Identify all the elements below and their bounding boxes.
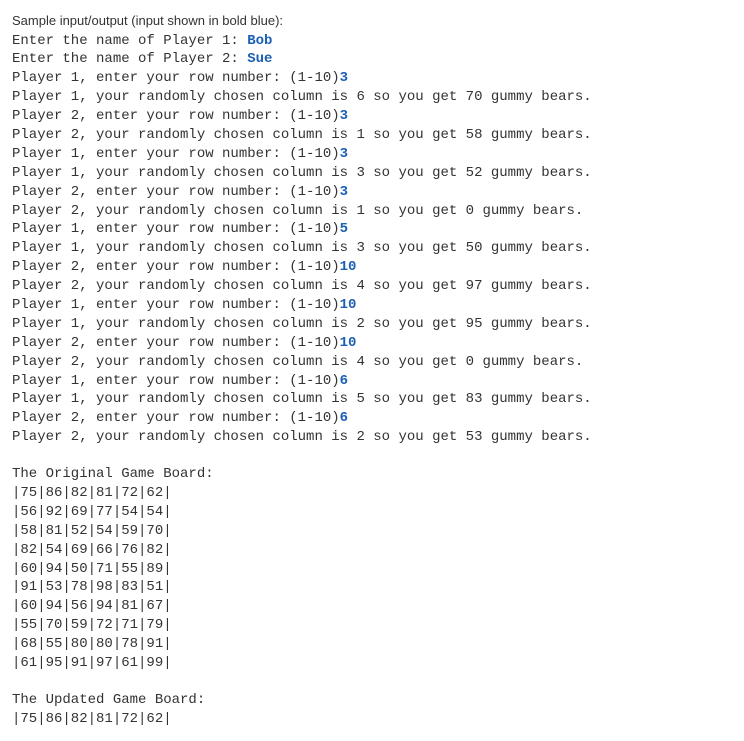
round-result: Player 2, your randomly chosen column is… [12,202,732,221]
board-row: |60|94|56|94|81|67| [12,597,732,616]
sample-io-header: Sample input/output (input shown in bold… [12,12,732,30]
board2-title: The Updated Game Board: [12,691,732,710]
prompt-label: Enter the name of Player 2: [12,51,247,67]
round-prompt: Player 1, enter your row number: (1-10)3 [12,69,732,88]
board-row: |82|54|69|66|76|82| [12,541,732,560]
round-prompt: Player 1, enter your row number: (1-10)1… [12,296,732,315]
prompt-label: Player 1, enter your row number: (1-10) [12,146,340,162]
board1-title: The Original Game Board: [12,465,732,484]
round-prompt: Player 1, enter your row number: (1-10)3 [12,145,732,164]
prompt-player2-name: Enter the name of Player 2: Sue [12,50,732,69]
board-row: |56|92|69|77|54|54| [12,503,732,522]
round-result: Player 2, your randomly chosen column is… [12,353,732,372]
prompt-label: Player 2, enter your row number: (1-10) [12,108,340,124]
user-input: 10 [340,297,357,313]
board2-container: |75|86|82|81|72|62| [12,710,732,729]
round-result: Player 1, your randomly chosen column is… [12,315,732,334]
round-result: Player 2, your randomly chosen column is… [12,428,732,447]
user-input: 10 [340,259,357,275]
board-row: |61|95|91|97|61|99| [12,654,732,673]
board-row: |60|94|50|71|55|89| [12,560,732,579]
round-result: Player 1, your randomly chosen column is… [12,390,732,409]
round-prompt: Player 1, enter your row number: (1-10)5 [12,220,732,239]
prompt-label: Player 1, enter your row number: (1-10) [12,297,340,313]
board-row: |75|86|82|81|72|62| [12,484,732,503]
user-input: 5 [340,221,348,237]
prompt-label: Player 2, enter your row number: (1-10) [12,259,340,275]
round-result: Player 2, your randomly chosen column is… [12,277,732,296]
prompt-player1-name: Enter the name of Player 1: Bob [12,32,732,51]
prompt-label: Player 1, enter your row number: (1-10) [12,373,340,389]
round-result: Player 1, your randomly chosen column is… [12,239,732,258]
prompt-label: Player 2, enter your row number: (1-10) [12,184,340,200]
rounds-container: Player 1, enter your row number: (1-10)3… [12,69,732,447]
board-row: |68|55|80|80|78|91| [12,635,732,654]
board-row: |75|86|82|81|72|62| [12,710,732,729]
board-row: |55|70|59|72|71|79| [12,616,732,635]
user-input: Bob [247,33,272,49]
round-result: Player 2, your randomly chosen column is… [12,126,732,145]
board-row: |58|81|52|54|59|70| [12,522,732,541]
round-result: Player 1, your randomly chosen column is… [12,164,732,183]
blank-line [12,447,732,465]
user-input: 3 [340,108,348,124]
user-input: Sue [247,51,272,67]
user-input: 3 [340,70,348,86]
round-prompt: Player 1, enter your row number: (1-10)6 [12,372,732,391]
prompt-label: Player 1, enter your row number: (1-10) [12,221,340,237]
round-prompt: Player 2, enter your row number: (1-10)3 [12,183,732,202]
prompt-label: Player 2, enter your row number: (1-10) [12,410,340,426]
prompt-label: Player 2, enter your row number: (1-10) [12,335,340,351]
round-prompt: Player 2, enter your row number: (1-10)6 [12,409,732,428]
user-input: 6 [340,373,348,389]
user-input: 3 [340,184,348,200]
round-prompt: Player 2, enter your row number: (1-10)1… [12,334,732,353]
round-prompt: Player 2, enter your row number: (1-10)3 [12,107,732,126]
user-input: 10 [340,335,357,351]
blank-line [12,673,732,691]
round-prompt: Player 2, enter your row number: (1-10)1… [12,258,732,277]
prompt-label: Player 1, enter your row number: (1-10) [12,70,340,86]
board1-container: |75|86|82|81|72|62||56|92|69|77|54|54||5… [12,484,732,673]
user-input: 3 [340,146,348,162]
round-result: Player 1, your randomly chosen column is… [12,88,732,107]
user-input: 6 [340,410,348,426]
board-row: |91|53|78|98|83|51| [12,578,732,597]
prompt-label: Enter the name of Player 1: [12,33,247,49]
